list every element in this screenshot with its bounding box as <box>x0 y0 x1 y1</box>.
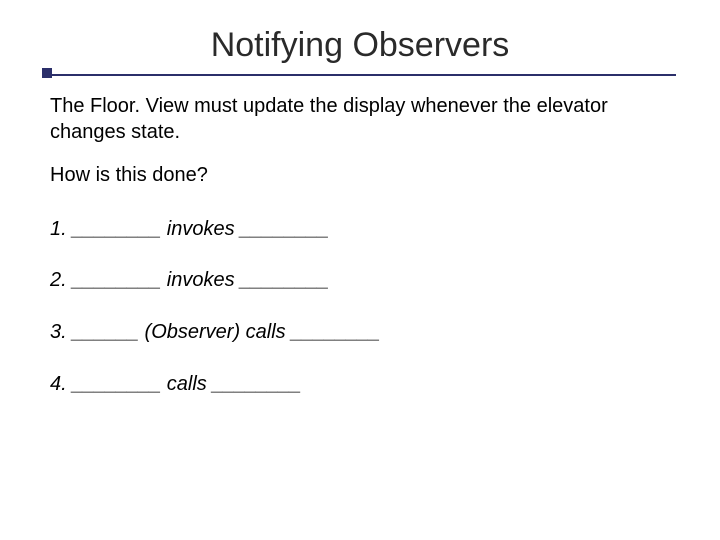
slide-body: The Floor. View must update the display … <box>50 94 680 423</box>
slide: Notifying Observers The Floor. View must… <box>0 0 720 540</box>
intro-text: The Floor. View must update the display … <box>50 94 680 145</box>
list-item: 2. ________ invokes ________ <box>50 268 680 294</box>
list-item: 3. ______ (Observer) calls ________ <box>50 320 680 346</box>
question-text: How is this done? <box>50 163 680 189</box>
list-item: 4. ________ calls ________ <box>50 372 680 398</box>
slide-title: Notifying Observers <box>0 26 720 65</box>
list-item: 1. ________ invokes ________ <box>50 217 680 243</box>
title-corner-mark <box>42 68 52 78</box>
title-underline <box>44 74 676 76</box>
